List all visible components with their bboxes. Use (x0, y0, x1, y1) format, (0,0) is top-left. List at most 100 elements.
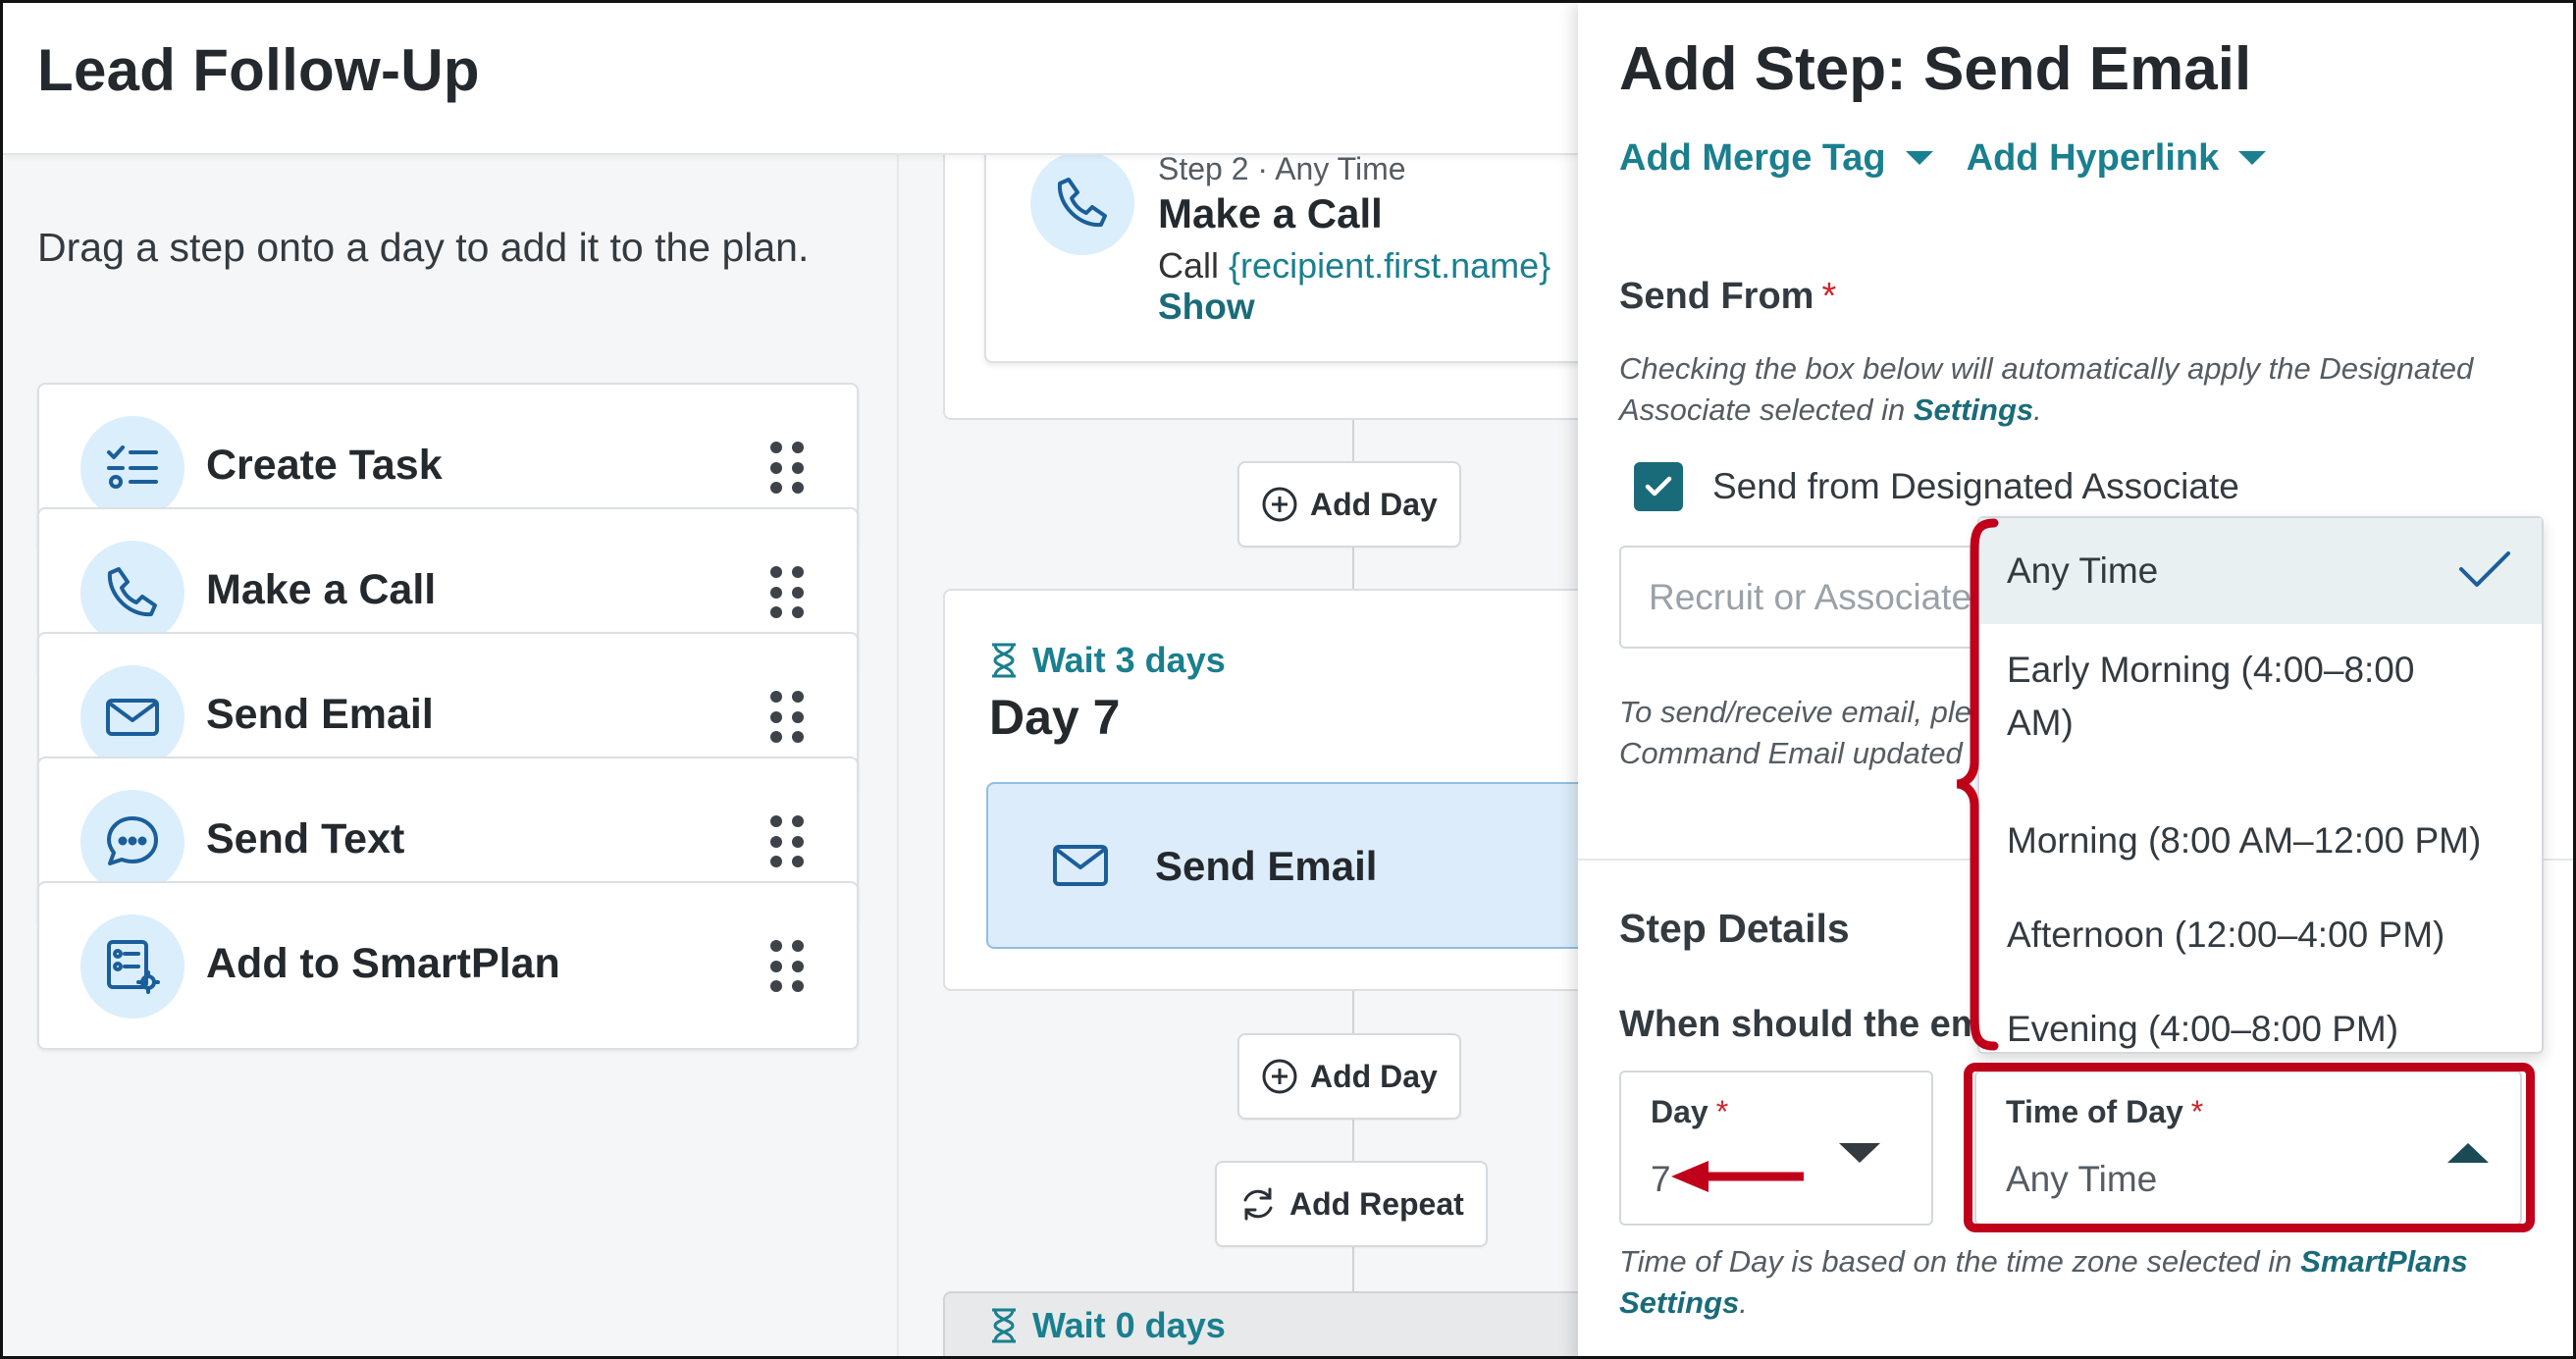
repeat-icon (1243, 1187, 1273, 1221)
drag-handle-icon[interactable] (770, 815, 804, 870)
settings-link[interactable]: Settings (1914, 392, 2033, 427)
timezone-note: Time of Day is based on the time zone se… (1619, 1241, 2551, 1324)
caret-down-icon (1839, 1143, 1880, 1163)
designated-associate-label: Send from Designated Associate (1712, 466, 2239, 506)
send-from-note-end: . (2033, 392, 2042, 427)
merge-tag-text: {recipient.first.name} (1229, 245, 1551, 286)
envelope-icon (80, 665, 184, 769)
app-header: Lead Follow-Up (3, 3, 1578, 155)
checkmark-icon (1645, 476, 1672, 497)
plus-circle-icon (1262, 1059, 1297, 1094)
required-mark: * (1715, 1094, 1729, 1129)
drag-handle-icon[interactable] (770, 691, 804, 746)
screenshot-frame: Lead Follow-Up Drag a step onto a day to… (0, 0, 2576, 1359)
time-option-label: Morning (8:00 AM–12:00 PM) (2007, 820, 2482, 861)
email-setup-note-line1: To send/receive email, ple (1619, 695, 1971, 729)
time-option-early-morning[interactable]: Early Morning (4:00–8:00 AM) (1979, 644, 2542, 750)
envelope-icon (1053, 845, 1108, 886)
step-body-prefix: Call (1158, 245, 1230, 286)
plan-canvas: Step 2 · Any Time Make a Call Call {reci… (899, 126, 1595, 1356)
time-option-label: Evening (4:00–8:00 PM) (2007, 1009, 2399, 1049)
smartplans-settings-link[interactable]: SmartPlans (2300, 1244, 2468, 1279)
add-hyperlink-label: Add Hyperlink (1966, 138, 2220, 178)
phone-icon (1030, 151, 1134, 255)
wait-text: Wait 3 days (1032, 640, 1226, 680)
add-merge-tag-button[interactable]: Add Merge Tag (1619, 138, 1933, 178)
checkmark-icon (2459, 551, 2510, 587)
annotation-highlight-box (1964, 1063, 2535, 1232)
day-block-next: Wait 0 days (943, 1291, 1591, 1356)
time-option-any-time[interactable]: Any Time (1979, 518, 2542, 624)
time-of-day-dropdown: Any Time Early Morning (4:00–8:00 AM) Mo… (1977, 516, 2544, 1054)
step-details-heading: Step Details (1619, 906, 1850, 951)
add-day-button[interactable]: Add Day (1237, 1033, 1461, 1120)
day-select[interactable]: Day * 7 (1619, 1071, 1933, 1226)
step-palette: Drag a step onto a day to add it to the … (3, 155, 899, 1356)
page-title: Lead Follow-Up (37, 37, 480, 103)
chevron-down-icon (2238, 151, 2267, 165)
palette-hint: Drag a step onto a day to add it to the … (37, 225, 810, 270)
hourglass-icon (992, 643, 1016, 678)
timing-question: When should the em (1619, 1004, 1984, 1045)
show-more-link[interactable]: Show (1158, 287, 1255, 328)
day-select-label: Day * (1651, 1094, 1728, 1130)
required-mark: * (1821, 276, 1837, 317)
annotation-arrow (1671, 1161, 1804, 1192)
smartplan-icon (80, 915, 184, 1019)
day-label-text: Day (1651, 1094, 1709, 1129)
editor-toolbar: Add Merge Tag Add Hyperlink (1619, 138, 2267, 178)
time-option-morning[interactable]: Morning (8:00 AM–12:00 PM) (1979, 814, 2542, 867)
email-step-card[interactable]: Send Email (986, 782, 1595, 949)
palette-item-label: Send Text (206, 815, 405, 862)
day-title: Day 7 (989, 690, 1121, 745)
plus-circle-icon (1262, 487, 1297, 522)
add-repeat-button[interactable]: Add Repeat (1215, 1161, 1488, 1247)
smartplans-settings-link[interactable]: Settings (1619, 1285, 1739, 1320)
email-setup-note: To send/receive email, ple Command Email… (1619, 692, 1971, 774)
call-step-card[interactable]: Step 2 · Any Time Make a Call Call {reci… (984, 128, 1593, 363)
palette-item-label: Make a Call (206, 566, 437, 613)
palette-item-add-smartplan[interactable]: Add to SmartPlan (37, 881, 859, 1050)
associate-input-placeholder: Recruit or Associate (1649, 576, 1972, 617)
designated-associate-checkbox[interactable] (1634, 462, 1683, 511)
drag-handle-icon[interactable] (770, 566, 804, 621)
palette-item-label: Create Task (206, 442, 443, 489)
add-day-button[interactable]: Add Day (1237, 461, 1461, 548)
panel-title: Add Step: Send Email (1619, 35, 2252, 103)
wait-label: Wait 3 days (989, 640, 1226, 681)
time-option-afternoon[interactable]: Afternoon (12:00–4:00 PM) (1979, 909, 2542, 962)
wait-label: Wait 0 days (989, 1305, 1226, 1346)
designated-associate-option[interactable]: Send from Designated Associate (1634, 462, 2239, 511)
send-from-note-text: Checking the box below will automaticall… (1619, 351, 2474, 427)
drag-handle-icon[interactable] (770, 442, 804, 497)
time-option-label: Early Morning (4:00–8:00 AM) (2007, 650, 2415, 743)
add-step-panel: Add Step: Send Email Add Merge Tag Add H… (1578, 3, 2573, 1356)
add-merge-tag-label: Add Merge Tag (1619, 138, 1886, 178)
annotation-brace (1956, 518, 1999, 1051)
chevron-down-icon (1905, 151, 1933, 165)
phone-icon (80, 541, 184, 645)
add-day-label: Add Day (1310, 1058, 1438, 1094)
add-hyperlink-button[interactable]: Add Hyperlink (1967, 138, 2267, 178)
time-option-label: Any Time (2007, 550, 2159, 591)
send-from-note: Checking the box below will automaticall… (1619, 348, 2522, 431)
time-option-evening[interactable]: Evening (4:00–8:00 PM) (1979, 1003, 2542, 1056)
email-step-label: Send Email (1155, 843, 1378, 889)
send-from-label-text: Send From (1619, 276, 1814, 317)
time-option-label: Afternoon (12:00–4:00 PM) (2007, 915, 2445, 955)
timezone-note-text: Time of Day is based on the time zone se… (1619, 1244, 2301, 1279)
timezone-note-end: . (1739, 1285, 1748, 1320)
hourglass-icon (992, 1308, 1016, 1343)
step-meta: Step 2 · Any Time (1158, 151, 1406, 186)
add-day-label: Add Day (1310, 486, 1438, 522)
palette-item-label: Send Email (206, 691, 434, 738)
palette-item-label: Add to SmartPlan (206, 940, 560, 987)
wait-text: Wait 0 days (1032, 1305, 1226, 1345)
step-title: Make a Call (1158, 190, 1383, 236)
day-block-previous: Step 2 · Any Time Make a Call Call {reci… (943, 126, 1593, 420)
task-list-icon (80, 416, 184, 520)
chat-bubble-icon (80, 790, 184, 894)
drag-handle-icon[interactable] (770, 940, 804, 995)
day-select-value: 7 (1651, 1159, 1671, 1199)
add-repeat-label: Add Repeat (1289, 1185, 1464, 1222)
